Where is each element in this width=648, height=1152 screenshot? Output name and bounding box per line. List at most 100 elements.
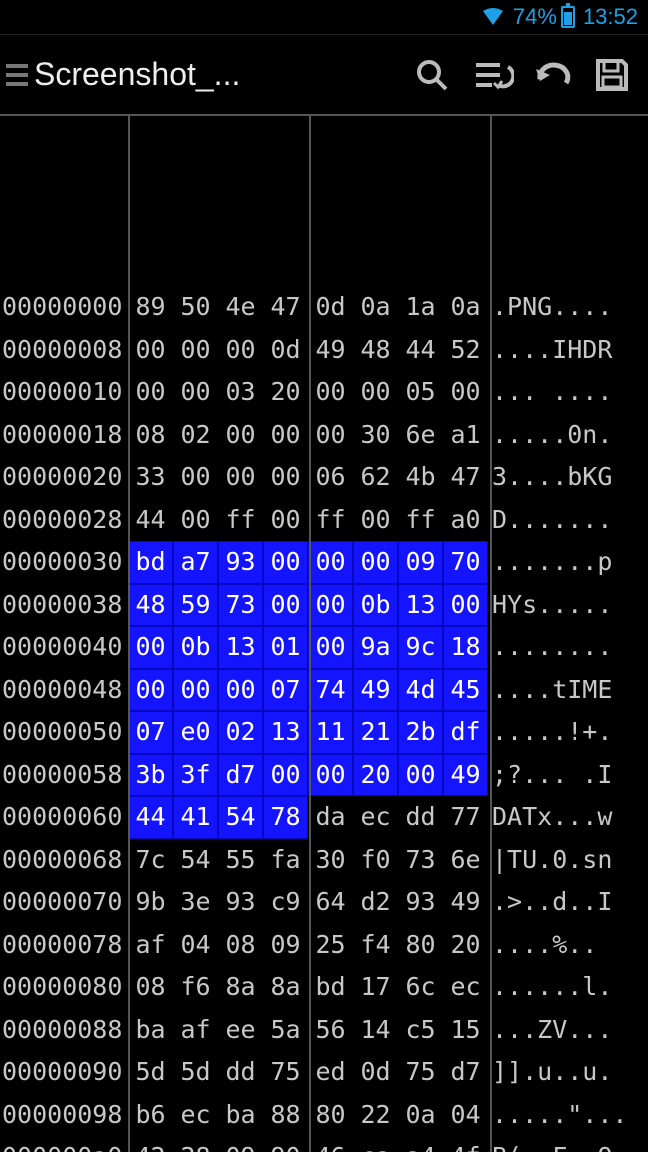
hex-byte[interactable]: a1 <box>443 414 488 457</box>
hex-byte[interactable]: 21 <box>353 711 398 754</box>
hex-byte[interactable]: 42 <box>128 1136 173 1152</box>
hex-byte[interactable]: af <box>128 924 173 967</box>
hex-byte[interactable]: 6e <box>398 414 443 457</box>
hex-byte[interactable]: 04 <box>443 1094 488 1137</box>
hex-byte[interactable]: e0 <box>173 711 218 754</box>
hex-byte[interactable]: da <box>308 796 353 839</box>
hex-row[interactable]: 000000080000000d49484452....IHDR <box>0 329 648 372</box>
hex-byte[interactable]: 56 <box>308 1009 353 1052</box>
hex-byte[interactable]: 0a <box>443 286 488 329</box>
hex-byte[interactable]: df <box>443 711 488 754</box>
hex-byte[interactable]: 00 <box>173 329 218 372</box>
hex-byte[interactable]: ed <box>308 1051 353 1094</box>
hex-byte[interactable]: 88 <box>263 1094 308 1137</box>
hex-byte[interactable]: ec <box>443 966 488 1009</box>
hex-byte[interactable]: c9 <box>263 881 308 924</box>
hex-byte[interactable]: 00 <box>443 371 488 414</box>
hex-byte[interactable]: 44 <box>128 796 173 839</box>
hex-byte[interactable]: 59 <box>173 584 218 627</box>
hex-byte[interactable]: 00 <box>353 541 398 584</box>
hex-byte[interactable]: 6c <box>398 966 443 1009</box>
hex-byte[interactable]: 93 <box>398 881 443 924</box>
hex-byte[interactable]: 47 <box>443 456 488 499</box>
hex-byte[interactable]: 00 <box>353 371 398 414</box>
hex-byte[interactable]: 13 <box>263 711 308 754</box>
hex-byte[interactable]: 93 <box>218 881 263 924</box>
hex-view[interactable]: 0000000089504e470d0a1a0a.PNG....00000008… <box>0 116 648 1152</box>
hex-row[interactable]: 000000480000000774494d45....tIME <box>0 669 648 712</box>
hex-byte[interactable]: ee <box>218 1009 263 1052</box>
hex-byte[interactable]: 07 <box>128 711 173 754</box>
hex-byte[interactable]: 00 <box>218 456 263 499</box>
hex-byte[interactable]: 64 <box>308 881 353 924</box>
hex-byte[interactable]: 02 <box>173 414 218 457</box>
hex-byte[interactable]: 08 <box>128 966 173 1009</box>
hex-byte[interactable]: 00 <box>173 499 218 542</box>
hex-byte[interactable]: ff <box>218 499 263 542</box>
hex-byte[interactable]: 00 <box>128 669 173 712</box>
hex-byte[interactable]: 04 <box>173 924 218 967</box>
hex-row[interactable]: 000000687c5455fa30f0736e|TU.0.sn <box>0 839 648 882</box>
hex-byte[interactable]: a7 <box>173 541 218 584</box>
hex-byte[interactable]: 49 <box>308 329 353 372</box>
hex-byte[interactable]: ba <box>128 1009 173 1052</box>
hex-byte[interactable]: 47 <box>263 286 308 329</box>
save-button[interactable] <box>582 45 642 105</box>
hex-byte[interactable]: 45 <box>443 669 488 712</box>
hex-byte[interactable]: 20 <box>263 371 308 414</box>
hex-byte[interactable]: 00 <box>173 669 218 712</box>
hex-row[interactable]: 000000709b3e93c964d29349.>..d..I <box>0 881 648 924</box>
hex-byte[interactable]: 0a <box>398 1094 443 1137</box>
hex-byte[interactable]: dd <box>218 1051 263 1094</box>
hex-byte[interactable]: 00 <box>128 371 173 414</box>
hex-byte[interactable]: fa <box>263 839 308 882</box>
hex-byte[interactable]: 4f <box>443 1136 488 1152</box>
hex-byte[interactable]: 5d <box>173 1051 218 1094</box>
hex-byte[interactable]: 77 <box>443 796 488 839</box>
hex-row[interactable]: 00000078af04080925f48020....%.. <box>0 924 648 967</box>
hex-row[interactable]: 0000000089504e470d0a1a0a.PNG.... <box>0 286 648 329</box>
hex-byte[interactable]: 3f <box>173 754 218 797</box>
hex-byte[interactable]: 00 <box>308 541 353 584</box>
hex-byte[interactable]: 44 <box>128 499 173 542</box>
hex-row[interactable]: 000000a04228099046caa44fB(..F..O <box>0 1136 648 1152</box>
hex-byte[interactable]: 13 <box>218 626 263 669</box>
hex-byte[interactable]: 28 <box>173 1136 218 1152</box>
hex-byte[interactable]: 22 <box>353 1094 398 1137</box>
hex-byte[interactable]: 00 <box>263 456 308 499</box>
hex-byte[interactable]: 30 <box>308 839 353 882</box>
hex-byte[interactable]: 5d <box>128 1051 173 1094</box>
hex-byte[interactable]: 4e <box>218 286 263 329</box>
hex-byte[interactable]: 70 <box>443 541 488 584</box>
hex-byte[interactable]: 00 <box>263 541 308 584</box>
hex-byte[interactable]: 55 <box>218 839 263 882</box>
hex-byte[interactable]: 02 <box>218 711 263 754</box>
drawer-icon[interactable] <box>6 64 28 86</box>
hex-byte[interactable]: 73 <box>398 839 443 882</box>
hex-byte[interactable]: 18 <box>443 626 488 669</box>
hex-byte[interactable]: 15 <box>443 1009 488 1052</box>
hex-byte[interactable]: 5a <box>263 1009 308 1052</box>
hex-byte[interactable]: ff <box>398 499 443 542</box>
hex-byte[interactable]: 17 <box>353 966 398 1009</box>
search-button[interactable] <box>402 45 462 105</box>
hex-byte[interactable]: 06 <box>308 456 353 499</box>
hex-byte[interactable]: 05 <box>398 371 443 414</box>
hex-byte[interactable]: ec <box>353 796 398 839</box>
hex-byte[interactable]: 80 <box>398 924 443 967</box>
hex-byte[interactable]: 48 <box>128 584 173 627</box>
hex-byte[interactable]: 00 <box>308 626 353 669</box>
hex-byte[interactable]: 13 <box>398 584 443 627</box>
hex-byte[interactable]: 9c <box>398 626 443 669</box>
hex-byte[interactable]: 75 <box>263 1051 308 1094</box>
hex-byte[interactable]: 00 <box>308 371 353 414</box>
hex-byte[interactable]: dd <box>398 796 443 839</box>
hex-byte[interactable]: 00 <box>218 669 263 712</box>
hex-byte[interactable]: 0d <box>308 286 353 329</box>
hex-byte[interactable]: 20 <box>353 754 398 797</box>
hex-byte[interactable]: 00 <box>308 754 353 797</box>
hex-byte[interactable]: 9a <box>353 626 398 669</box>
hex-byte[interactable]: 50 <box>173 286 218 329</box>
hex-byte[interactable]: af <box>173 1009 218 1052</box>
hex-byte[interactable]: ec <box>173 1094 218 1137</box>
